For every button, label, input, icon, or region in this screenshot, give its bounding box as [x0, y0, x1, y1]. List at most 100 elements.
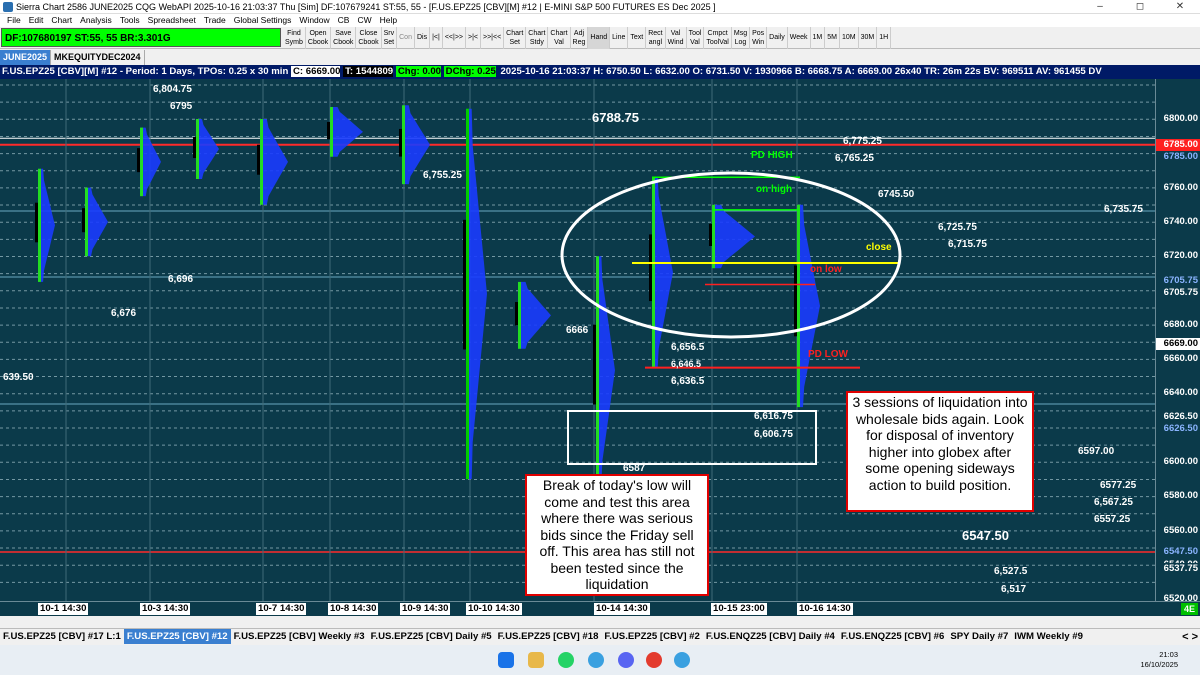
chartbook-tab-mkequitydec2024[interactable]: MKEQUITYDEC2024: [51, 50, 145, 65]
toolbar-button-rect-angl[interactable]: Rect angl: [646, 27, 666, 49]
tpo-profile-shape: [521, 281, 551, 349]
chart-tab[interactable]: F.US.EPZ25 [CBV] #18: [495, 629, 602, 644]
toolbar-button-srv-set[interactable]: Srv Set: [382, 27, 398, 49]
toolbar-button-chart-set[interactable]: Chart Set: [504, 27, 527, 49]
price-tick: 6760.00: [1163, 181, 1198, 193]
header-trades: T: 1544809: [343, 66, 394, 77]
toolbar-button-[interactable]: |<|: [430, 27, 443, 49]
toolbar-button-save-cbook[interactable]: Save Cbook: [331, 27, 357, 49]
toolbar-button-[interactable]: >>|<<: [481, 27, 505, 49]
toolbar-button-pos-win[interactable]: Pos Win: [750, 27, 768, 49]
toolbar-button-1m[interactable]: 1M: [811, 27, 826, 49]
toolbar-button-daily[interactable]: Daily: [767, 27, 788, 49]
label-6606: 6,606.75: [754, 429, 793, 440]
file-explorer-icon[interactable]: [528, 652, 544, 668]
window-controls: – ◻ ✕: [1080, 0, 1200, 14]
toolbar-button-val-wind[interactable]: Val Wind: [666, 27, 687, 49]
time-label: 10-9 14:30: [400, 603, 451, 615]
label-close: close: [866, 242, 892, 253]
toolbar-button-hand[interactable]: Hand: [588, 27, 611, 49]
toolbar-button-open-cbook[interactable]: Open Cbook: [306, 27, 332, 49]
price-tag: 6705.75: [1156, 286, 1200, 299]
chartbook-tab-june2025[interactable]: JUNE2025: [0, 50, 52, 65]
value-area-bar: [515, 301, 518, 326]
label-6788: 6788.75: [592, 110, 639, 125]
label-6527: 6,527.5: [994, 566, 1028, 577]
chart-tab[interactable]: IWM Weekly #9: [1011, 629, 1086, 644]
menu-window[interactable]: Window: [295, 14, 333, 27]
chart-tab[interactable]: F.US.EPZ25 [CBV] Daily #5: [368, 629, 495, 644]
value-area-bar: [709, 223, 712, 246]
chart-tab[interactable]: SPY Daily #7: [947, 629, 1011, 644]
toolbar-button-con[interactable]: Con: [397, 27, 415, 49]
label-on-low: on low: [810, 264, 842, 275]
toolbar-button-30m[interactable]: 30M: [859, 27, 878, 49]
chart-tab[interactable]: F.US.EPZ25 [CBV] #17 L:1: [0, 629, 124, 644]
price-axis[interactable]: 6800.006780.006760.006740.006720.006700.…: [1155, 79, 1200, 604]
chartbook-tabs: JUNE2025 MKEQUITYDEC2024: [0, 50, 1200, 65]
plot-area[interactable]: 6,804.75 6795 6,755.25 6,696 6,676 639.5…: [0, 79, 1155, 601]
maximize-button[interactable]: ◻: [1120, 0, 1160, 14]
chart-tab[interactable]: F.US.EPZ25 [CBV] #2: [601, 629, 702, 644]
toolbar-button-chart-val[interactable]: Chart Val: [548, 27, 571, 49]
label-6676: 6,676: [111, 308, 137, 319]
toolbar-button-close-cbook[interactable]: Close Cbook: [356, 27, 382, 49]
menu-edit[interactable]: Edit: [25, 14, 48, 27]
toolbar-button-[interactable]: >|<: [466, 27, 481, 49]
toolbar-button-msg-log[interactable]: Msg Log: [732, 27, 751, 49]
sierra-chart-window: Sierra Chart 2586 JUNE2025 CQG WebAPI 20…: [0, 0, 1200, 675]
tpo-profile-spine: [652, 177, 655, 368]
menu-tools[interactable]: Tools: [116, 14, 144, 27]
chrome-icon[interactable]: [646, 652, 662, 668]
toolbar-button-10m[interactable]: 10M: [840, 27, 859, 49]
sierra-chart-icon[interactable]: [588, 652, 604, 668]
menu-analysis[interactable]: Analysis: [76, 14, 116, 27]
tpo-profile-spine: [797, 204, 800, 408]
menu-help[interactable]: Help: [376, 14, 401, 27]
toolbar-button-adj-reg[interactable]: Adj Reg: [571, 27, 589, 49]
value-area-bar: [35, 202, 38, 243]
label-6547: 6547.50: [962, 528, 1009, 543]
discord-icon[interactable]: [618, 652, 634, 668]
menu-trade[interactable]: Trade: [200, 14, 230, 27]
minimize-button[interactable]: –: [1080, 0, 1120, 14]
chart-tab[interactable]: F.US.ENQZ25 [CBV] #6: [838, 629, 947, 644]
label-6587: 6587: [623, 463, 646, 474]
toolbar-button-find-symb[interactable]: Find Symb: [283, 27, 306, 49]
menu-cw[interactable]: CW: [353, 14, 375, 27]
toolbar-button-1h[interactable]: 1H: [877, 27, 892, 49]
close-button[interactable]: ✕: [1160, 0, 1200, 14]
menu-chart[interactable]: Chart: [47, 14, 76, 27]
menu-spreadsheet[interactable]: Spreadsheet: [144, 14, 200, 27]
chart-area[interactable]: F.US.EPZ25 [CBV][M] #12 - Period: 1 Days…: [0, 65, 1200, 604]
price-tag: 6547.50: [1156, 546, 1200, 559]
toolbar-button-[interactable]: <<|>>: [443, 27, 466, 49]
whatsapp-icon[interactable]: [558, 652, 574, 668]
toolbar-button-tool-val[interactable]: Tool Val: [687, 27, 705, 49]
price-tick: 6680.00: [1163, 318, 1198, 330]
menu-global-settings[interactable]: Global Settings: [230, 14, 296, 27]
toolbar-button-week[interactable]: Week: [788, 27, 811, 49]
app-icon: [3, 2, 13, 12]
chart-tab[interactable]: F.US.ENQZ25 [CBV] Daily #4: [703, 629, 838, 644]
chart-tab[interactable]: F.US.EPZ25 [CBV] Weekly #3: [231, 629, 368, 644]
tab-scroll-arrows[interactable]: < >: [1182, 629, 1198, 644]
menu-cb[interactable]: CB: [334, 14, 354, 27]
windows-start-icon[interactable]: [498, 652, 514, 668]
label-639: 639.50: [3, 372, 34, 383]
value-area-bar: [593, 324, 596, 405]
toolbar-button-5m[interactable]: 5M: [825, 27, 840, 49]
toolbar-button-cmpct-toolval[interactable]: Cmpct ToolVal: [704, 27, 732, 49]
price-tag: 6705.75: [1156, 274, 1200, 287]
app-icon-2[interactable]: [674, 652, 690, 668]
price-tick: 6720.00: [1163, 250, 1198, 262]
menu-file[interactable]: File: [3, 14, 25, 27]
toolbar-button-dis[interactable]: Dis: [415, 27, 431, 49]
system-clock[interactable]: 21:03 16/10/2025: [1140, 650, 1178, 670]
chart-tab[interactable]: F.US.EPZ25 [CBV] #12: [123, 629, 231, 644]
toolbar-button-text[interactable]: Text: [628, 27, 647, 49]
toolbar-button-line[interactable]: Line: [610, 27, 629, 49]
toolbar-button-chart-stdy[interactable]: Chart Stdy: [526, 27, 549, 49]
time-axis[interactable]: 4E 10-1 14:30 10-3 14:30 10-7 14:30 10-8 14…: [0, 601, 1200, 616]
label-6577: 6577.25: [1100, 480, 1137, 491]
